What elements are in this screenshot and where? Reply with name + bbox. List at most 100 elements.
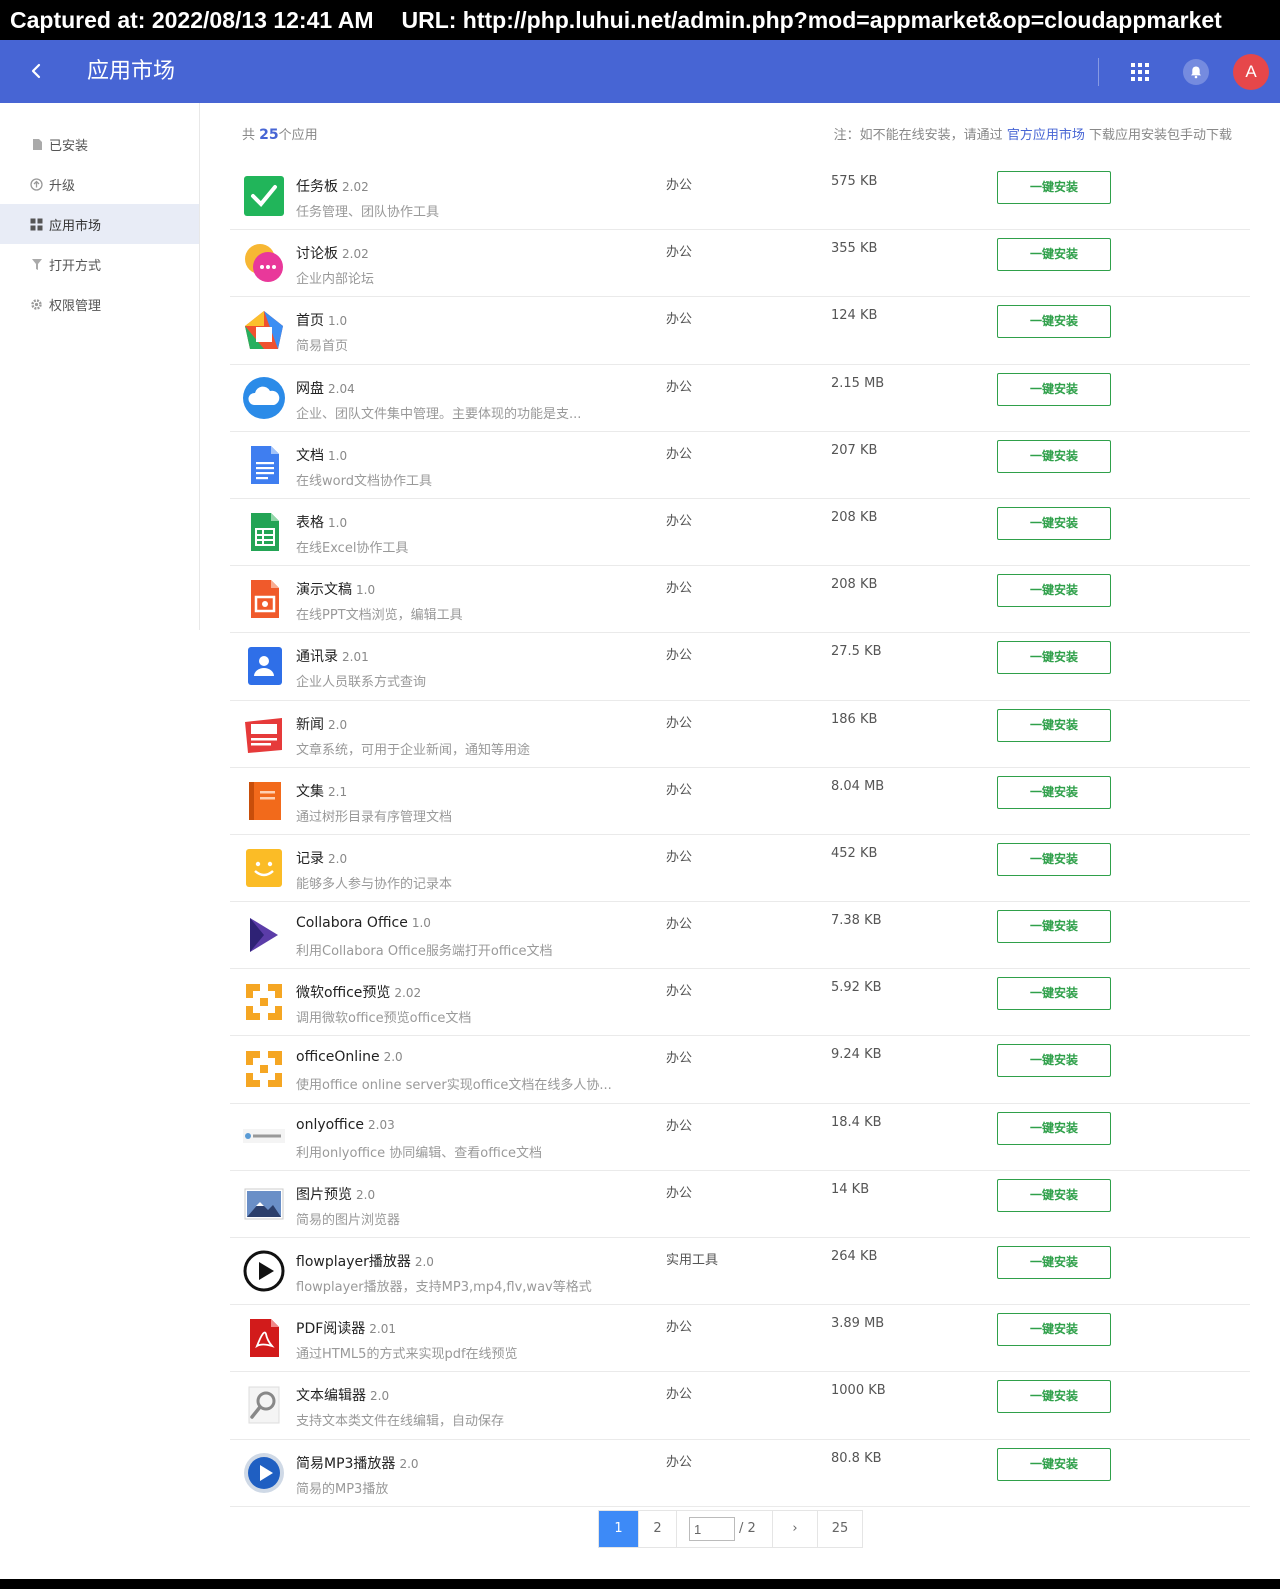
pagination: 1 2 / 2 › 25	[598, 1510, 863, 1548]
page-1-button[interactable]: 1	[599, 1511, 639, 1547]
app-name[interactable]: 记录 2.0	[296, 848, 347, 868]
install-button[interactable]: 一键安装	[997, 708, 1111, 742]
next-page-button[interactable]: ›	[773, 1511, 818, 1547]
app-category: 办公	[666, 984, 693, 1000]
count-prefix: 共	[242, 127, 256, 143]
app-title: 任务板	[296, 179, 338, 195]
app-title: 通讯录	[296, 649, 338, 666]
home-icon	[245, 311, 283, 350]
install-button[interactable]: 一键安装	[997, 775, 1111, 809]
app-name[interactable]: 任务板 2.02	[296, 176, 369, 196]
app-name[interactable]: 网盘 2.04	[296, 378, 355, 398]
install-button[interactable]: 一键安装	[997, 1380, 1111, 1414]
app-name[interactable]: 演示文稿 1.0	[296, 579, 375, 599]
sidebar-item-filter[interactable]: 打开方式	[0, 244, 199, 284]
app-version: 1.0	[328, 448, 348, 463]
app-category: 办公	[666, 379, 693, 395]
install-button[interactable]: 一键安装	[997, 506, 1111, 540]
install-button[interactable]: 一键安装	[997, 910, 1111, 944]
page-size-button[interactable]: 25	[818, 1511, 862, 1547]
app-version: 2.02	[342, 180, 369, 194]
app-title: 文集	[296, 783, 324, 800]
notification-button[interactable]	[1183, 59, 1209, 85]
contacts-icon	[248, 647, 282, 686]
app-title: flowplayer播放器	[296, 1254, 411, 1270]
install-button[interactable]: 一键安装	[997, 641, 1111, 675]
install-button[interactable]: 一键安装	[997, 842, 1111, 876]
app-version: 1.0	[356, 583, 376, 598]
app-name[interactable]: officeOnline 2.0	[296, 1049, 403, 1065]
page-2-button[interactable]: 2	[639, 1511, 677, 1547]
app-size: 207 KB	[831, 442, 878, 458]
app-version: 2.02	[394, 986, 422, 1001]
app-description: 文章系统，可用于企业新闻，通知等用途	[296, 742, 531, 758]
app-name[interactable]: 图片预览 2.0	[296, 1184, 375, 1204]
install-button[interactable]: 一键安装	[997, 1111, 1111, 1145]
app-category: 办公	[666, 1185, 693, 1201]
app-size: 8.04 MB	[831, 778, 885, 794]
app-version: 2.1	[328, 784, 348, 799]
app-category: 办公	[666, 648, 693, 664]
install-button[interactable]: 一键安装	[997, 1313, 1111, 1347]
app-size: 264 KB	[831, 1249, 878, 1264]
app-name[interactable]: flowplayer播放器 2.0	[296, 1251, 434, 1271]
app-title: onlyoffice	[296, 1116, 365, 1133]
book-icon	[249, 781, 281, 820]
header-divider	[1098, 58, 1099, 86]
cloud-icon	[243, 376, 285, 419]
avatar[interactable]: A	[1233, 54, 1269, 90]
app-size: 1000 KB	[831, 1383, 886, 1399]
back-button[interactable]	[26, 56, 48, 86]
app-name[interactable]: 文集 2.1	[296, 781, 347, 801]
app-row: 记录 2.0 能够多人参与协作的记录本 办公 452 KB 一键安装	[230, 835, 1250, 903]
app-name[interactable]: 讨论板 2.02	[296, 243, 369, 263]
app-description: 使用office online server实现office文档在线多人协...	[296, 1078, 612, 1094]
app-category: 办公	[666, 245, 693, 261]
sidebar-item-file[interactable]: 已安装	[0, 124, 199, 164]
official-market-link[interactable]: 官方应用市场	[1007, 128, 1085, 143]
sidebar-item-upgrade[interactable]: 升级	[0, 164, 199, 204]
app-name[interactable]: 文本编辑器 2.0	[296, 1385, 389, 1405]
app-description: 通过HTML5的方式来实现pdf在线预览	[296, 1347, 518, 1363]
app-name[interactable]: PDF阅读器 2.01	[296, 1318, 396, 1338]
app-name[interactable]: Collabora Office 1.0	[296, 915, 431, 931]
install-button[interactable]: 一键安装	[997, 1447, 1111, 1481]
app-name[interactable]: 简易MP3播放器 2.0	[296, 1453, 419, 1473]
install-button[interactable]: 一键安装	[997, 439, 1111, 473]
app-category: 办公	[666, 178, 693, 193]
presentation-icon	[251, 580, 279, 619]
install-button[interactable]: 一键安装	[997, 574, 1111, 608]
sidebar-item-gear[interactable]: 权限管理	[0, 284, 199, 324]
install-button[interactable]: 一键安装	[997, 977, 1111, 1011]
play-icon	[243, 1250, 285, 1292]
app-description: 简易首页	[296, 339, 349, 355]
page-jump: / 2	[677, 1511, 773, 1547]
app-name[interactable]: 新闻 2.0	[296, 714, 347, 734]
app-name[interactable]: 表格 1.0	[296, 512, 347, 532]
app-row: 微软office预览 2.02 调用微软office预览office文档 办公 5.92…	[230, 969, 1250, 1037]
sidebar-item-grid[interactable]: 应用市场	[0, 204, 199, 244]
app-description: 企业、团队文件集中管理。主要体现的功能是支...	[296, 406, 582, 422]
app-name[interactable]: 首页 1.0	[296, 310, 347, 330]
install-button[interactable]: 一键安装	[997, 305, 1111, 339]
install-button[interactable]: 一键安装	[997, 171, 1111, 204]
app-size: 14 KB	[831, 1181, 870, 1197]
install-button[interactable]: 一键安装	[997, 238, 1111, 272]
app-name[interactable]: onlyoffice 2.03	[296, 1117, 395, 1133]
app-description: flowplayer播放器，支持MP3,mp4,flv,wav等格式	[296, 1280, 592, 1295]
app-size: 208 KB	[831, 509, 878, 525]
install-button[interactable]: 一键安装	[997, 1178, 1111, 1212]
app-version: 2.0	[356, 1187, 376, 1202]
apps-grid-icon[interactable]	[1131, 63, 1149, 81]
app-name[interactable]: 微软office预览 2.02	[296, 982, 421, 1002]
install-button[interactable]: 一键安装	[997, 1044, 1111, 1078]
app-name[interactable]: 通讯录 2.01	[296, 646, 369, 666]
app-name[interactable]: 文档 1.0	[296, 445, 347, 465]
notes-icon	[246, 848, 282, 887]
app-row: 讨论板 2.02 企业内部论坛 办公 355 KB 一键安装	[230, 230, 1250, 298]
page-jump-input[interactable]	[689, 1517, 735, 1541]
install-button[interactable]: 一键安装	[997, 1246, 1111, 1279]
app-row: 简易MP3播放器 2.0 简易的MP3播放 办公 80.8 KB 一键安装	[230, 1440, 1250, 1507]
install-button[interactable]: 一键安装	[997, 372, 1111, 406]
main-content: 共 25个应用 注：如不能在线安装，请通过 官方应用市场 下载应用安装包手动下载…	[230, 103, 1250, 1507]
